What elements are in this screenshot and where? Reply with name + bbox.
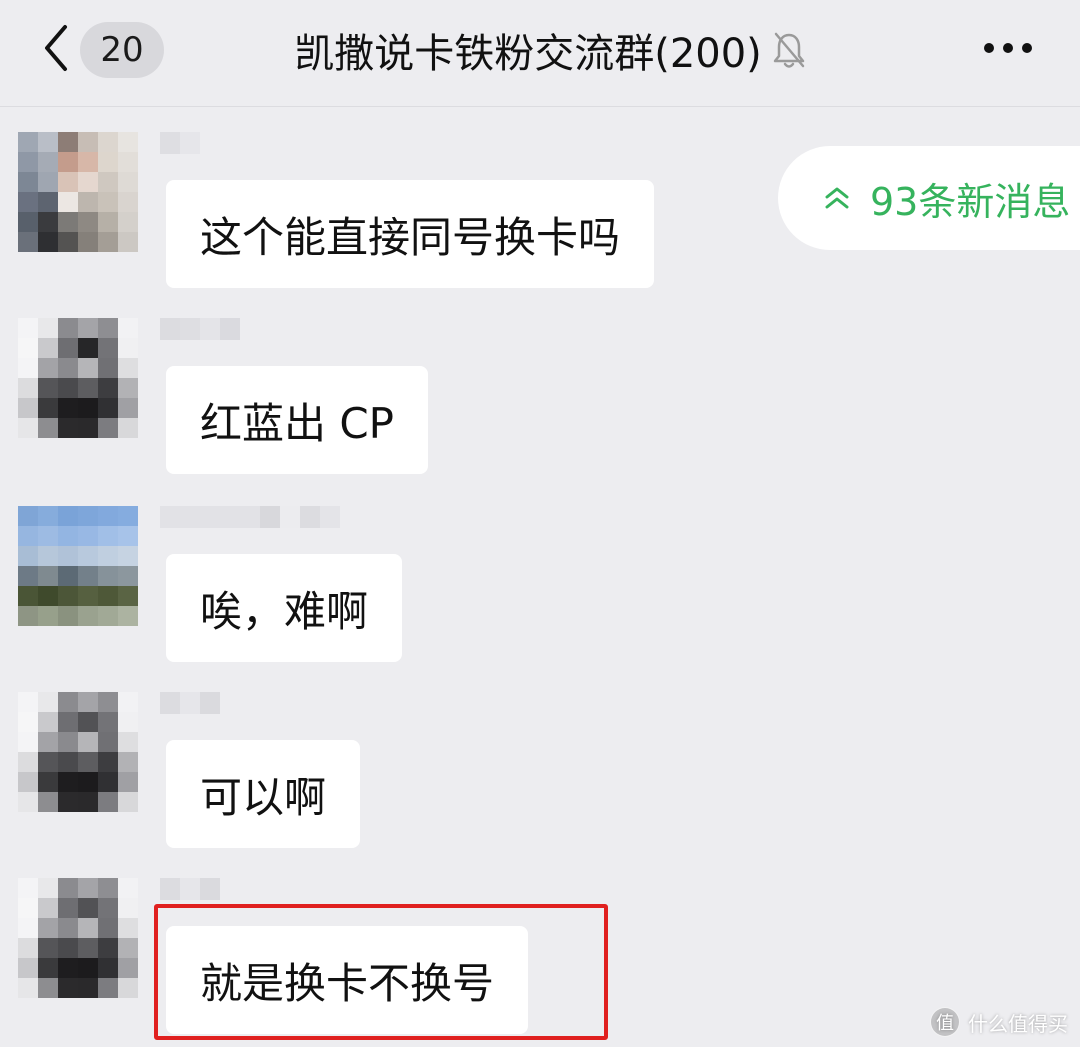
highlight-annotation: [154, 904, 608, 1040]
avatar[interactable]: [18, 132, 138, 252]
message-bubble[interactable]: 这个能直接同号换卡吗: [166, 180, 655, 288]
message-bubble[interactable]: 唉，难啊: [166, 554, 403, 662]
sender-name-blurred: [160, 132, 200, 156]
sender-name-blurred: [160, 318, 240, 342]
sender-name-blurred: [160, 506, 340, 530]
watermark: 值 什么值得买: [930, 1007, 1068, 1037]
sender-name-blurred: [160, 692, 220, 716]
sender-name-blurred: [160, 878, 220, 902]
more-horizontal-icon: [984, 43, 1032, 53]
avatar[interactable]: [18, 692, 138, 812]
chat-header: 20 凯撒说卡铁粉交流群(200): [0, 0, 1080, 107]
chevron-left-icon: [45, 25, 67, 71]
chat-title: 凯撒说卡铁粉交流群(200): [294, 31, 762, 77]
avatar[interactable]: [18, 878, 138, 998]
avatar[interactable]: [18, 506, 138, 626]
watermark-logo-icon: 值: [930, 1007, 960, 1037]
message-bubble[interactable]: 可以啊: [166, 740, 361, 848]
avatar[interactable]: [18, 318, 138, 438]
new-messages-label: 93条新消息: [870, 179, 1071, 224]
new-messages-button[interactable]: 93条新消息: [778, 146, 1080, 250]
unread-count-badge[interactable]: 20: [80, 22, 164, 78]
chat-title-area[interactable]: 凯撒说卡铁粉交流群(200): [240, 20, 860, 80]
back-button[interactable]: [36, 22, 76, 74]
more-button[interactable]: [980, 28, 1036, 68]
watermark-text: 什么值得买: [968, 1011, 1068, 1036]
message-bubble[interactable]: 红蓝出 CP: [166, 366, 429, 474]
double-chevron-up-icon: [825, 187, 849, 209]
bell-off-icon: [773, 32, 805, 68]
